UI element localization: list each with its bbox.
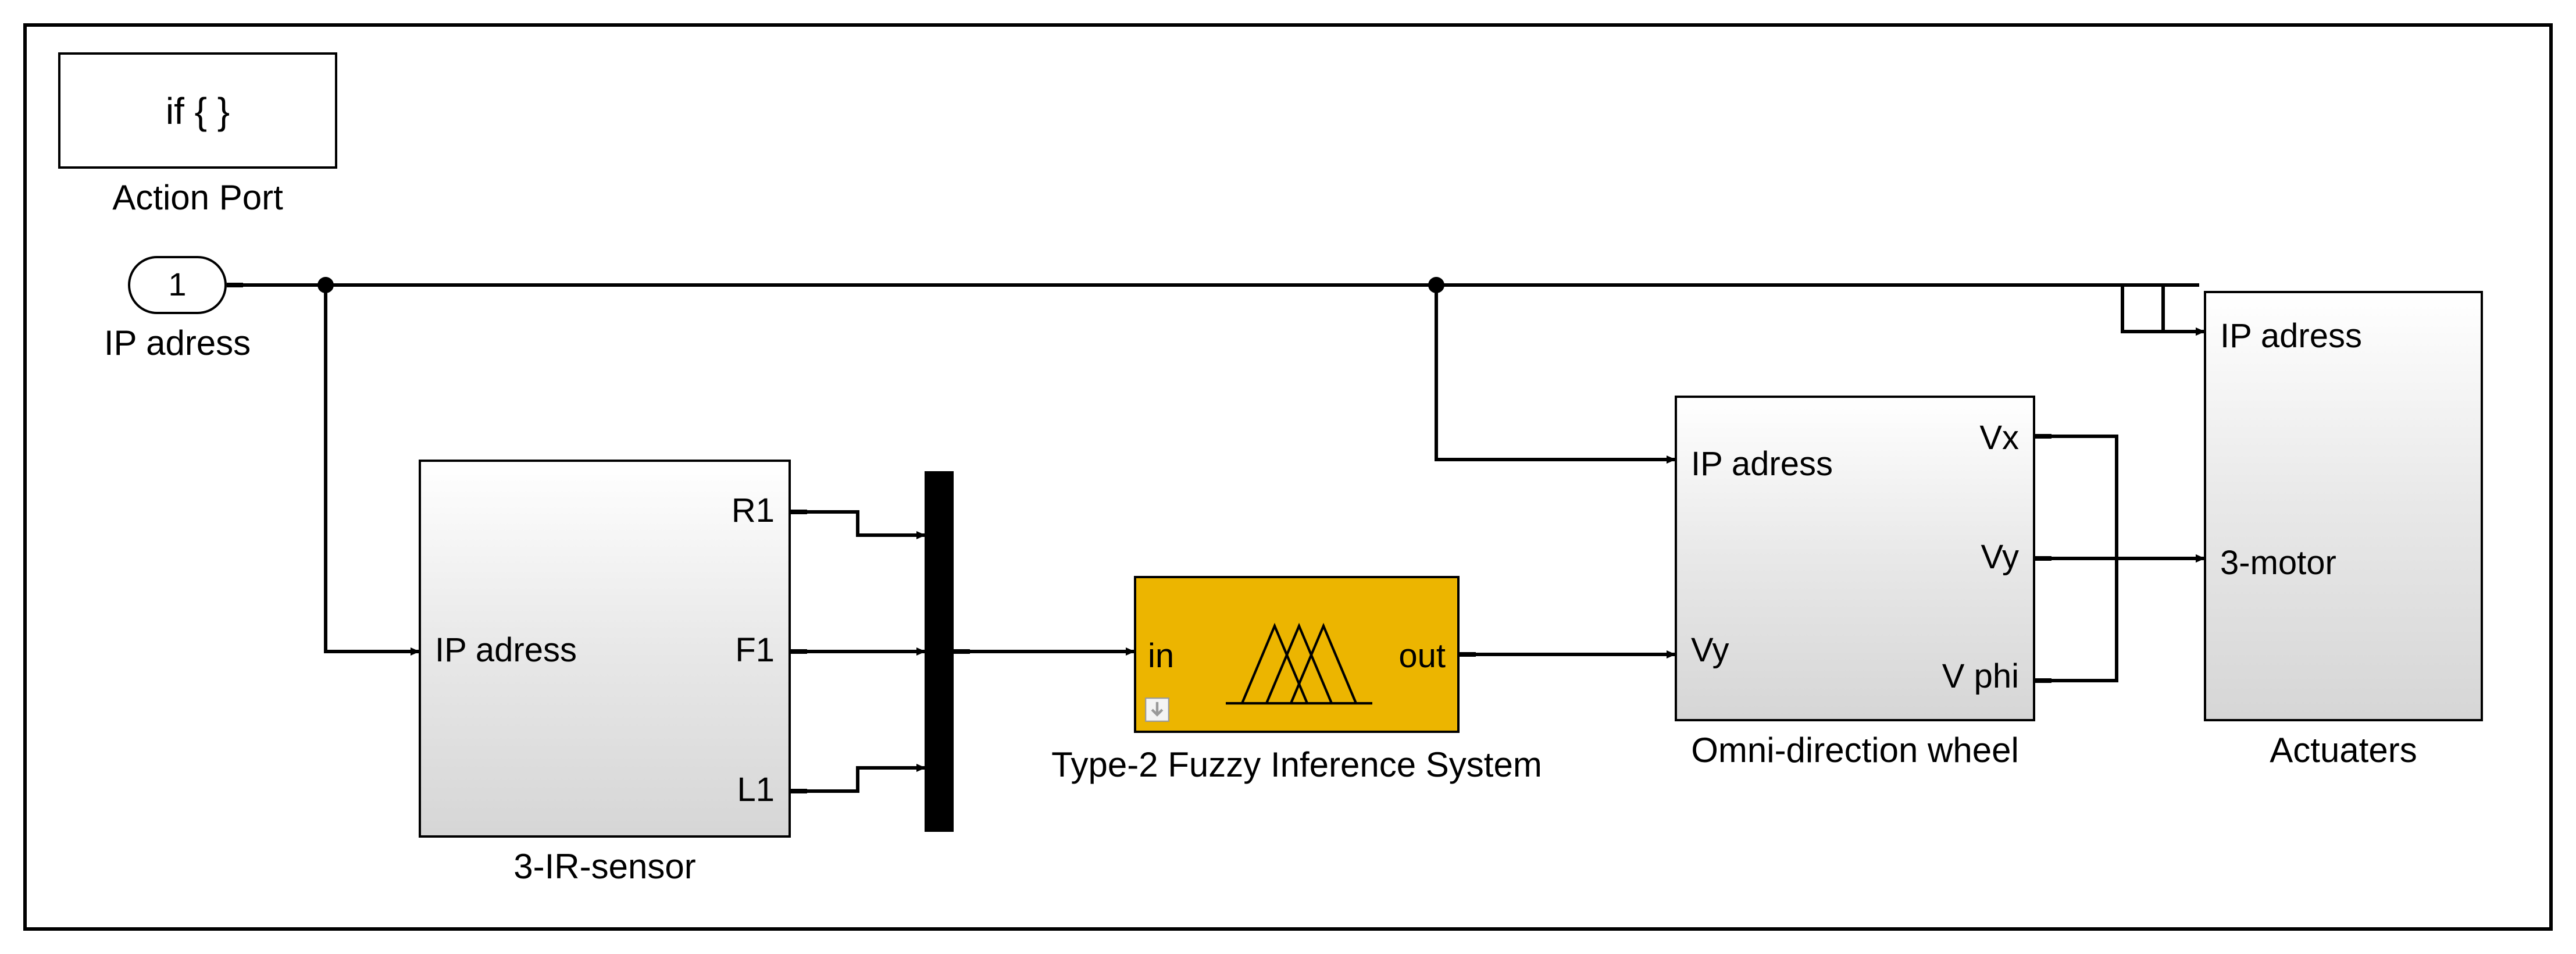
wires-layer-2 xyxy=(0,0,2576,954)
diagram-canvas: if { } Action Port 1 IP adress IP adress… xyxy=(0,0,2576,954)
